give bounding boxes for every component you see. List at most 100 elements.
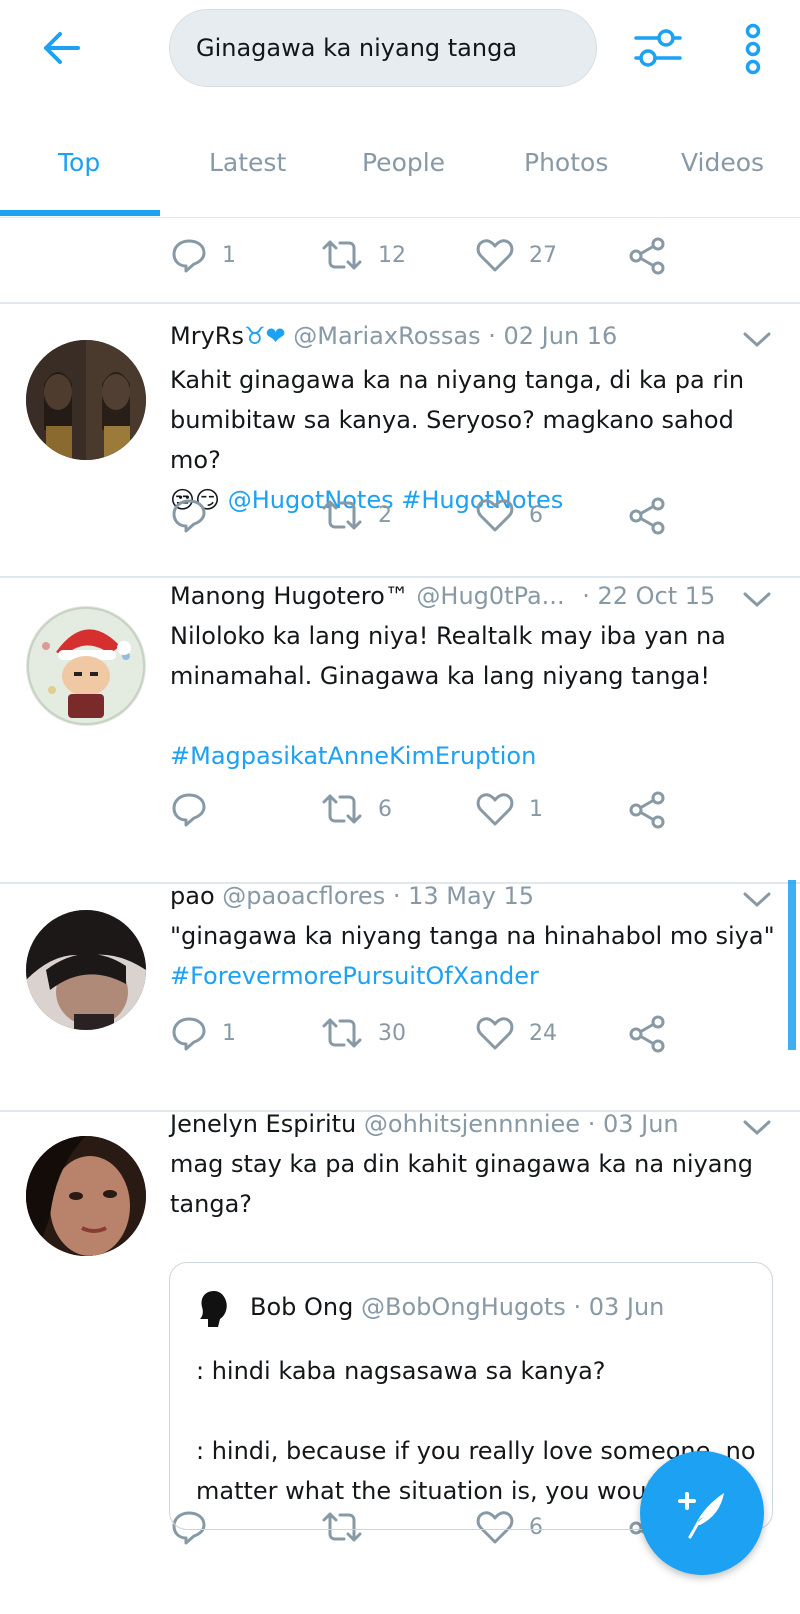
retweet-button[interactable]: 2 bbox=[320, 496, 392, 534]
avatar[interactable] bbox=[26, 910, 146, 1030]
tab-latest[interactable]: Latest bbox=[209, 148, 286, 177]
share-button[interactable] bbox=[628, 236, 682, 276]
tweet-actions: 2 6 bbox=[170, 496, 690, 540]
arrow-left-icon bbox=[44, 32, 80, 64]
author-handle[interactable]: @Hug0tPa... bbox=[416, 582, 564, 610]
quote-date: · 03 Jun bbox=[573, 1293, 665, 1321]
tweet-text-line: Niloloko ka lang niya! Realtalk may iba … bbox=[170, 622, 726, 650]
author-name[interactable]: pao bbox=[170, 882, 215, 910]
share-icon bbox=[629, 1015, 665, 1053]
like-count: 24 bbox=[529, 1020, 557, 1046]
retweet-icon bbox=[322, 794, 362, 824]
like-button[interactable]: 27 bbox=[475, 236, 557, 274]
share-button[interactable] bbox=[628, 1014, 682, 1054]
reply-button[interactable] bbox=[170, 790, 222, 828]
quote-author-name[interactable]: Bob Ong bbox=[250, 1293, 353, 1321]
retweet-icon bbox=[322, 500, 362, 530]
header-divider bbox=[0, 217, 800, 218]
like-count: 27 bbox=[529, 242, 557, 268]
search-query: Ginagawa ka niyang tanga bbox=[196, 34, 518, 62]
tweet-text-line: "ginagawa ka niyang tanga na hinahabol m… bbox=[170, 922, 775, 950]
tweet-card[interactable]: pao @paoacflores · 13 May 15 "ginagawa k… bbox=[0, 882, 800, 1112]
avatar[interactable] bbox=[26, 606, 146, 726]
tweet-text-line: bumibitaw sa kanya. Seryoso? magkano sah… bbox=[170, 406, 734, 474]
heart-icon bbox=[476, 1017, 514, 1050]
reply-button[interactable] bbox=[170, 496, 222, 534]
reply-count: 1 bbox=[222, 1020, 236, 1046]
author-emoji: ♉❤ bbox=[243, 322, 286, 350]
share-icon bbox=[629, 497, 665, 535]
share-icon bbox=[629, 791, 665, 829]
tweet-header: Manong Hugotero™ @Hug0tPa... · 22 Oct 15 bbox=[170, 582, 715, 610]
author-handle[interactable]: @ohhitsjennnniee bbox=[364, 1110, 580, 1138]
sliders-icon bbox=[634, 29, 682, 67]
retweet-button[interactable]: 6 bbox=[320, 790, 392, 828]
quote-author-handle[interactable]: @BobOngHugots bbox=[361, 1293, 566, 1321]
share-icon bbox=[629, 237, 665, 275]
chevron-down-icon[interactable] bbox=[742, 1118, 772, 1138]
tweet-date: · 02 Jun 16 bbox=[488, 322, 618, 350]
chevron-down-icon[interactable] bbox=[742, 330, 772, 350]
reply-icon bbox=[172, 499, 206, 533]
tweet-header: MryRs♉❤ @MariaxRossas · 02 Jun 16 bbox=[170, 322, 617, 350]
more-options-button[interactable] bbox=[736, 22, 770, 76]
reply-icon bbox=[172, 239, 206, 273]
tweet-card[interactable]: Manong Hugotero™ @Hug0tPa... · 22 Oct 15… bbox=[0, 576, 800, 884]
retweet-button[interactable]: 30 bbox=[320, 1014, 406, 1052]
author-name[interactable]: MryRs bbox=[170, 322, 244, 350]
avatar[interactable] bbox=[26, 340, 146, 460]
reply-button[interactable]: 1 bbox=[170, 236, 236, 274]
heart-icon bbox=[476, 793, 514, 826]
retweet-count: 2 bbox=[378, 502, 392, 528]
avatar[interactable] bbox=[26, 1136, 146, 1256]
quote-avatar bbox=[200, 1291, 227, 1327]
author-name[interactable]: Manong Hugotero™ bbox=[170, 582, 409, 610]
back-button[interactable] bbox=[36, 24, 92, 72]
retweet-icon bbox=[322, 240, 362, 270]
hashtag-link[interactable]: #MagpasikatAnneKimEruption bbox=[170, 736, 770, 776]
author-handle[interactable]: @paoacflores bbox=[222, 882, 385, 910]
tweet-partial[interactable]: 1 12 27 bbox=[0, 218, 800, 304]
like-button[interactable]: 6 bbox=[475, 496, 543, 534]
tweet-header: Jenelyn Espiritu @ohhitsjennnniee · 03 J… bbox=[170, 1110, 679, 1138]
reply-icon bbox=[172, 1017, 206, 1051]
retweet-button[interactable]: 12 bbox=[320, 236, 406, 274]
tweet-text-line: mag stay ka pa din kahit ginagawa ka na … bbox=[170, 1150, 753, 1178]
tweet-text-line: minamahal. Ginagawa ka lang niyang tanga… bbox=[170, 662, 710, 690]
tweet-card[interactable]: MryRs♉❤ @MariaxRossas · 02 Jun 16 Kahit … bbox=[0, 302, 800, 578]
search-input[interactable]: Ginagawa ka niyang tanga bbox=[169, 9, 597, 87]
author-name[interactable]: Jenelyn Espiritu bbox=[170, 1110, 356, 1138]
chevron-down-icon[interactable] bbox=[742, 890, 772, 910]
scrollbar[interactable] bbox=[788, 880, 796, 1050]
like-button[interactable]: 1 bbox=[475, 790, 543, 828]
heart-icon bbox=[476, 239, 514, 272]
search-filter-button[interactable] bbox=[630, 24, 686, 72]
author-handle[interactable]: @MariaxRossas bbox=[293, 322, 480, 350]
hashtag-link[interactable]: #ForevermorePursuitOfXander bbox=[170, 956, 780, 996]
tab-top[interactable]: Top bbox=[58, 148, 100, 177]
chevron-down-icon[interactable] bbox=[742, 590, 772, 610]
compose-tweet-button[interactable] bbox=[640, 1451, 764, 1575]
share-button[interactable] bbox=[628, 790, 682, 830]
tab-photos[interactable]: Photos bbox=[524, 148, 608, 177]
app-header: Ginagawa ka niyang tanga Top Latest Peop… bbox=[0, 0, 800, 218]
quote-header: Bob Ong @BobOngHugots · 03 Jun bbox=[250, 1293, 664, 1321]
retweet-count: 30 bbox=[378, 1020, 406, 1046]
search-tabs: Top Latest People Photos Videos bbox=[0, 130, 800, 218]
retweet-count: 12 bbox=[378, 242, 406, 268]
active-tab-indicator bbox=[0, 210, 160, 216]
tweet-text: Niloloko ka lang niya! Realtalk may iba … bbox=[170, 616, 770, 776]
like-count: 6 bbox=[529, 502, 543, 528]
share-button[interactable] bbox=[628, 496, 682, 536]
reply-button[interactable]: 1 bbox=[170, 1014, 236, 1052]
reply-count: 1 bbox=[222, 242, 236, 268]
tab-people[interactable]: People bbox=[362, 148, 445, 177]
retweet-count: 6 bbox=[378, 796, 392, 822]
tweet-text: mag stay ka pa din kahit ginagawa ka na … bbox=[170, 1144, 770, 1224]
like-button[interactable]: 24 bbox=[475, 1014, 557, 1052]
retweet-icon bbox=[322, 1018, 362, 1048]
vertical-dots-icon bbox=[745, 23, 761, 75]
quote-text-line: : hindi kaba nagsasawa sa kanya? bbox=[196, 1357, 606, 1385]
tweet-date: · 03 Jun bbox=[587, 1110, 679, 1138]
tab-videos[interactable]: Videos bbox=[681, 148, 764, 177]
